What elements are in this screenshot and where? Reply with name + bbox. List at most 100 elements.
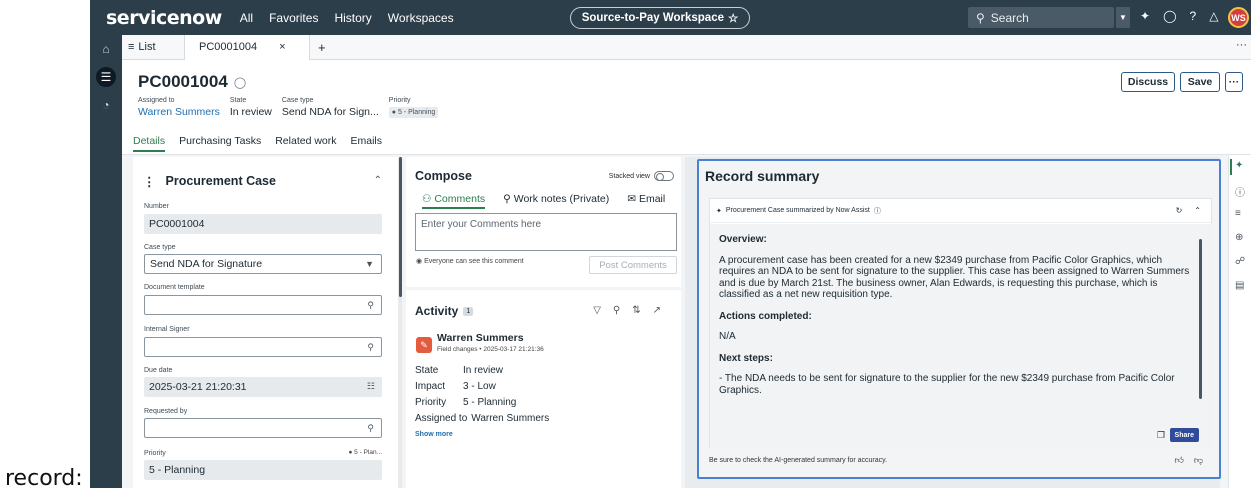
internal-signer-input[interactable]: ⚲ — [144, 337, 382, 357]
pencil-icon: ✎ — [416, 337, 432, 353]
search-icon[interactable]: ⚲ — [367, 342, 374, 353]
top-bar: servicenow All Favorites History Workspa… — [90, 0, 1251, 35]
tab-comments[interactable]: ⚇ Comments — [422, 193, 486, 209]
sparkle-icon[interactable]: ✦ — [1235, 160, 1243, 171]
star-icon[interactable]: ☆ — [728, 11, 738, 25]
show-more-link[interactable]: Show more — [415, 431, 453, 438]
list-icon[interactable]: ☰ — [96, 67, 116, 87]
priority-mini-badge-text: 5 - Plan... — [354, 449, 382, 456]
comments-textarea[interactable]: Enter your Comments here — [415, 213, 677, 251]
discuss-button[interactable]: Discuss — [1121, 72, 1175, 92]
record-subtabs: Details Purchasing Tasks Related work Em… — [133, 135, 382, 152]
tab-list[interactable]: ≡ List — [128, 41, 184, 53]
priority-badge-text: 5 - Planning — [397, 109, 436, 116]
calendar-icon[interactable]: ☷ — [367, 381, 375, 392]
tab-work-notes[interactable]: ⚲ Work notes (Private) — [503, 193, 609, 209]
search-icon[interactable]: ⚲ — [613, 305, 620, 316]
nav-all[interactable]: All — [240, 11, 253, 25]
tab-related-work[interactable]: Related work — [275, 135, 336, 152]
expand-icon[interactable]: ↗ — [653, 305, 661, 316]
nav-workspaces[interactable]: Workspaces — [388, 11, 454, 25]
global-search[interactable]: ⚲ Search — [968, 7, 1114, 28]
stacked-view-toggle[interactable] — [654, 171, 674, 181]
tab-record-label: PC0001004 — [199, 41, 258, 53]
activity-header: Activity 1 — [415, 304, 474, 318]
list-icon[interactable]: ≡ — [1235, 208, 1241, 219]
gutter-label: record: — [5, 466, 83, 491]
servicenow-logo[interactable]: servicenow — [106, 7, 222, 29]
more-actions-button[interactable]: ··· — [1225, 72, 1243, 92]
meta-label: Assigned to — [138, 97, 175, 104]
info-icon[interactable]: ⓘ — [1235, 184, 1245, 199]
top-icons: ✦ ◯ ? △ — [1140, 9, 1218, 23]
page-title: PC0001004 ◯ — [138, 72, 246, 92]
tab-details[interactable]: Details — [133, 135, 166, 152]
summary-scrollbar[interactable] — [1199, 239, 1202, 399]
priority-mini-badge: ● 5 - Plan... — [348, 449, 382, 456]
add-tab-button[interactable]: + — [318, 40, 326, 55]
chevron-up-icon[interactable]: ⌃ — [1194, 206, 1201, 215]
info-icon[interactable]: ⓘ — [874, 206, 881, 216]
connect-icon[interactable]: ⊕ — [1235, 232, 1243, 243]
change-value: In review — [463, 364, 504, 376]
search-scope-dropdown[interactable]: ▼ — [1116, 7, 1130, 28]
summary-card-tools: ↻ ⌃ — [1176, 206, 1201, 215]
tab-email[interactable]: ✉ Email — [627, 193, 665, 209]
bell-icon[interactable]: △ — [1209, 9, 1218, 23]
search-icon[interactable]: ⚲ — [367, 300, 374, 311]
meta-case-type: Case type Send NDA for Sign... — [282, 97, 379, 118]
details-pane: ⋮ Procurement Case ⌃ Number PC0001004 Ca… — [133, 157, 398, 488]
chevron-up-icon[interactable]: ⌃ — [374, 175, 382, 186]
nav-favorites[interactable]: Favorites — [269, 11, 318, 25]
dashboard-icon[interactable]: ◔ — [96, 95, 116, 115]
refresh-icon[interactable]: ↻ — [1176, 206, 1183, 215]
tab-record[interactable]: PC0001004 × — [184, 34, 310, 60]
app-window: servicenow All Favorites History Workspa… — [90, 0, 1251, 488]
due-date-label: Due date — [144, 367, 173, 374]
chat-icon[interactable]: ◯ — [1163, 9, 1176, 23]
share-button[interactable]: Share — [1169, 428, 1199, 442]
meta-value: In review — [229, 106, 272, 118]
document-icon[interactable]: ▤ — [1235, 280, 1244, 291]
summary-card-header: ✦ Procurement Case summarized by Now Ass… — [710, 199, 1213, 223]
filter-icon[interactable]: ▽ — [593, 305, 601, 316]
activity-count: 1 — [463, 306, 474, 316]
pane-scrollbar[interactable] — [399, 157, 402, 297]
copy-icon[interactable]: ❐ — [1157, 430, 1165, 441]
user-avatar[interactable]: WS — [1228, 7, 1249, 28]
tab-emails[interactable]: Emails — [351, 135, 383, 152]
list-lines-icon: ≡ — [128, 41, 135, 53]
sort-icon[interactable]: ⇅ — [632, 305, 640, 316]
visibility-note: ◉ Everyone can see this comment — [416, 258, 524, 265]
summary-card: ✦ Procurement Case summarized by Now Ass… — [709, 198, 1213, 449]
thumbs-down-icon[interactable]: 👎︎ — [1194, 455, 1203, 466]
tab-list-label: List — [138, 41, 156, 53]
drag-handle-icon[interactable]: ⋮ — [143, 174, 156, 189]
workspace-pill[interactable]: Source-to-Pay Workspace ☆ — [570, 7, 750, 29]
priority-label: Priority — [144, 450, 166, 457]
overview-heading: Overview: — [719, 234, 767, 245]
post-comments-button[interactable]: Post Comments — [589, 256, 677, 274]
sparkle-icon[interactable]: ✦ — [1140, 9, 1150, 23]
meta-label: Priority — [388, 97, 411, 104]
home-icon[interactable]: ⌂ — [96, 39, 116, 59]
change-key: Impact — [415, 380, 446, 392]
close-tab-icon[interactable]: × — [279, 41, 285, 53]
nav-history[interactable]: History — [334, 11, 371, 25]
save-button[interactable]: Save — [1180, 72, 1220, 92]
attachment-icon[interactable]: ☍ — [1235, 256, 1245, 267]
case-type-select[interactable]: Send NDA for Signature ▼ — [144, 254, 382, 274]
meta-label: Case type — [281, 97, 314, 104]
requested-by-input[interactable]: ⚲ — [144, 418, 382, 438]
tag-icon[interactable]: ◯ — [234, 76, 246, 89]
assigned-to-link[interactable]: Warren Summers — [138, 106, 220, 118]
due-date-field: 2025-03-21 21:20:31 ☷ — [144, 377, 382, 397]
summary-card-footer: ❐ Share — [710, 426, 1213, 449]
tab-overflow-button[interactable]: ··· — [1236, 39, 1247, 51]
help-icon[interactable]: ? — [1190, 9, 1197, 23]
thumbs-up-icon[interactable]: 👍︎ — [1174, 455, 1183, 466]
tab-purchasing-tasks[interactable]: Purchasing Tasks — [179, 135, 261, 152]
doc-template-input[interactable]: ⚲ — [144, 295, 382, 315]
search-icon[interactable]: ⚲ — [367, 423, 374, 434]
summary-title: Record summary — [705, 168, 820, 184]
